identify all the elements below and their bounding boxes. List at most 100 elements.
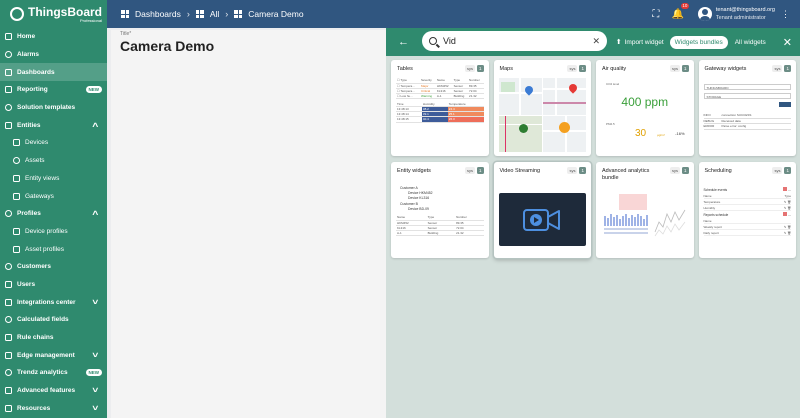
card-title: Advanced analytics bundle [602, 168, 650, 181]
user-info[interactable]: tenant@thingsboard.org Tenant administra… [716, 6, 775, 22]
sidebar-item-label: Reporting [17, 86, 48, 94]
sidebar-item-label: Assets [25, 157, 45, 165]
bundle-card-gateway-widgets[interactable]: Gateway widgets sys 1 THINGSBOARD STORAGE… [698, 60, 796, 156]
gateway-save-button [779, 102, 791, 107]
chevron-down-icon[interactable]: ˅ [93, 386, 99, 395]
sidebar-item-label: Trendz analytics [17, 369, 68, 377]
bundle-card-tables[interactable]: Tables sys 1 ☐ Type Severity Name Type Number… [391, 60, 489, 156]
more-vert-icon[interactable]: ⋮ [781, 9, 790, 20]
sidebar-item-label: Gateways [25, 192, 54, 200]
sidebar-item-label: Customers [17, 263, 51, 271]
sidebar-item-devices[interactable]: Devices [0, 134, 107, 152]
widget-count: 1 [681, 65, 689, 72]
chevron-up-icon[interactable]: ˄ [93, 209, 99, 218]
sidebar-item-advanced-features[interactable]: Advanced features ˅ [0, 382, 107, 400]
templates-icon [5, 104, 12, 112]
import-widget-button[interactable]: ⬆ Import widget [615, 38, 664, 47]
sidebar-item-integrations-center[interactable]: Integrations center ˅ [0, 293, 107, 311]
pm-unit: µg/m³ [657, 133, 665, 137]
system-tag: sys [772, 167, 783, 174]
dashboards-icon [121, 10, 129, 18]
sidebar-item-entities[interactable]: Entities ˄ [0, 116, 107, 134]
analytics-preview [601, 192, 689, 254]
sidebar-item-assets[interactable]: Assets [0, 152, 107, 170]
sidebar-item-reporting[interactable]: Reporting NEW [0, 81, 107, 99]
devices-icon [13, 139, 20, 147]
log-row: ERROR Parse error: config [703, 124, 791, 130]
sidebar-item-rule-chains[interactable]: Rule chains [0, 329, 107, 347]
bundle-card-entity-widgets[interactable]: Entity widgets sys 1 Customer A Device HK… [391, 162, 489, 258]
clear-search-icon[interactable]: ✕ [592, 36, 600, 47]
bundle-card-maps[interactable]: Maps sys 1 [493, 60, 591, 156]
sidebar-item-home[interactable]: Home [0, 28, 107, 46]
chevron-right-icon: › [225, 9, 229, 19]
new-badge: NEW [85, 86, 102, 94]
sidebar-item-device-profiles[interactable]: Device profiles [0, 223, 107, 241]
sidebar-item-entity-views[interactable]: Entity views [0, 170, 107, 188]
close-icon[interactable]: ✕ [783, 36, 792, 49]
sidebar-item-dashboards[interactable]: Dashboards [0, 63, 107, 82]
dashboard-title[interactable]: Camera Demo [120, 38, 214, 54]
upload-icon: ⬆ [615, 39, 622, 46]
sidebar-item-edge-management[interactable]: Edge management ˅ [0, 346, 107, 364]
system-tag: sys [772, 65, 783, 72]
sidebar-item-customers[interactable]: Customers [0, 258, 107, 276]
sidebar-item-gateways[interactable]: Gateways [0, 187, 107, 205]
system-tag: sys [567, 167, 578, 174]
sidebar-item-alarms[interactable]: Alarms [0, 46, 107, 64]
co2-value: 400 ppm [621, 95, 669, 109]
widget-count: 1 [476, 65, 484, 72]
sidebar-item-label: Devices [25, 139, 49, 147]
notifications-bell-icon[interactable]: 🔔 10 [670, 3, 689, 22]
breadcrumb-camera-demo: Camera Demo [248, 9, 304, 19]
bundle-card-air-quality[interactable]: Air quality sys 1 CO2 level 400 ppm PM2.5… [596, 60, 694, 156]
chevron-down-icon[interactable]: ˅ [93, 404, 99, 413]
system-tag: sys [669, 65, 680, 72]
scheduling-preview: Schedule events ⋯ Name Type Temperature ✎ 🗑… [703, 187, 791, 236]
bundle-card-scheduling[interactable]: Scheduling sys 1 Schedule events ⋯ Name Typ… [698, 162, 796, 258]
device-profiles-icon [13, 227, 20, 235]
sidebar-item-label: Alarms [17, 51, 40, 59]
sidebar-item-label: Device profiles [25, 227, 68, 235]
sidebar-item-asset-profiles[interactable]: Asset profiles [0, 240, 107, 258]
fullscreen-icon[interactable]: ⛶ [648, 6, 664, 22]
bundle-card-advanced-analytics[interactable]: Advanced analytics bundle sys 1 [596, 162, 694, 258]
widget-search-input[interactable] [443, 36, 583, 46]
chevron-up-icon[interactable]: ˄ [93, 121, 99, 130]
dashboards-icon [5, 68, 12, 76]
sidebar-item-calculated-fields[interactable]: Calculated fields [0, 311, 107, 329]
sidebar-item-users[interactable]: Users [0, 276, 107, 294]
logo[interactable]: ThingsBoard Professional [0, 0, 107, 28]
profiles-icon [5, 210, 12, 218]
top-bar: ThingsBoard Professional Dashboards › Al… [0, 0, 800, 28]
system-tag: sys [464, 65, 475, 72]
sidebar-item-solution-templates[interactable]: Solution templates [0, 99, 107, 117]
dashboards-icon [195, 10, 204, 18]
sidebar-item-label: Users [17, 280, 36, 288]
avatar[interactable] [697, 7, 712, 21]
sidebar-item-profiles[interactable]: Profiles ˄ [0, 205, 107, 223]
title-field-label: Title* [120, 31, 132, 37]
pm-value: 30 [635, 128, 647, 139]
sidebar-item-label: Asset profiles [25, 245, 65, 253]
breadcrumb-all[interactable]: All [210, 9, 219, 19]
bundle-card-video-streaming[interactable]: Video Streaming sys 1 [493, 162, 591, 258]
analytics-chart-thumbnail [604, 194, 686, 237]
card-title: Air quality [602, 66, 627, 72]
toggle-all-widgets[interactable]: All widgets [730, 36, 771, 49]
resources-icon [5, 404, 12, 412]
sidebar-item-label: Resources [17, 404, 51, 412]
gateways-icon [13, 192, 20, 200]
toggle-widgets-bundles[interactable]: Widgets bundles [669, 35, 728, 49]
user-role: Tenant administrator [715, 15, 766, 21]
back-arrow-icon[interactable]: ← [398, 36, 414, 48]
sidebar-item-trendz-analytics[interactable]: Trendz analytics NEW [0, 364, 107, 382]
reports-schedule-title: Reports schedule [703, 212, 729, 217]
widget-count: 1 [784, 167, 791, 174]
chevron-down-icon[interactable]: ˅ [93, 351, 99, 360]
chevron-down-icon[interactable]: ˅ [93, 298, 99, 307]
integrations-icon [5, 298, 12, 306]
notification-count-badge: 10 [680, 3, 689, 9]
sidebar-item-resources[interactable]: Resources ˅ [0, 399, 107, 417]
breadcrumb-dashboards[interactable]: Dashboards [135, 9, 181, 19]
